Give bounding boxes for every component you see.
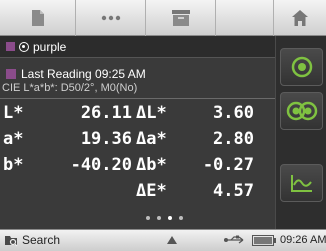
delta-value: 2.80 xyxy=(213,129,254,149)
delta-label: Δa* xyxy=(136,129,167,149)
compare-button[interactable] xyxy=(280,92,323,130)
sample-swatch xyxy=(6,42,15,51)
delta-label: ΔL* xyxy=(136,103,167,123)
sample-selector[interactable]: purple xyxy=(0,36,275,58)
lab-row-l: L* 26.11 ΔL* 3.60 xyxy=(0,100,275,126)
lab-row-a: a* 19.36 Δa* 2.80 xyxy=(0,126,275,152)
delta-e-value: 4.57 xyxy=(213,181,254,201)
archive-icon xyxy=(171,10,190,26)
lab-label: b* xyxy=(3,155,24,175)
delta-value: 3.60 xyxy=(213,103,254,123)
lab-value: 19.36 xyxy=(80,129,132,149)
lab-label: L* xyxy=(3,103,24,123)
page-dot xyxy=(146,216,150,220)
lab-value: 26.11 xyxy=(80,103,132,123)
delta-value: -0.27 xyxy=(202,155,254,175)
archive-button[interactable] xyxy=(146,0,216,36)
usb-icon xyxy=(224,235,244,244)
page-dot-active xyxy=(168,216,172,220)
battery-icon xyxy=(252,235,276,246)
search-button[interactable]: Search xyxy=(4,233,60,247)
side-toolbar xyxy=(275,36,326,229)
target-button[interactable] xyxy=(280,48,323,86)
page-dot xyxy=(157,216,161,220)
document-button[interactable] xyxy=(0,0,76,36)
clock: 09:26 AM xyxy=(280,234,326,246)
page-dot xyxy=(179,216,183,220)
status-bar: Search 09:26 AM xyxy=(0,229,326,251)
search-label: Search xyxy=(22,233,61,247)
last-reading: Last Reading 09:25 AM xyxy=(6,67,146,81)
measurement-conditions: CIE L*a*b*: D50/2°, M0(No) xyxy=(2,82,138,94)
target-radio-icon xyxy=(19,41,29,52)
more-button[interactable] xyxy=(76,0,146,36)
lab-value: -40.20 xyxy=(70,155,132,175)
spectral-curve-button[interactable] xyxy=(280,164,323,202)
delta-e-row: ΔE* 4.57 xyxy=(0,178,275,204)
spectral-curve-icon xyxy=(290,175,312,192)
delta-label: Δb* xyxy=(136,155,167,175)
delta-e-label: ΔE* xyxy=(136,181,167,201)
more-icon xyxy=(101,15,120,21)
top-toolbar xyxy=(0,0,326,36)
toolbar-blank-button[interactable] xyxy=(216,0,274,36)
lab-values-table: L* 26.11 ΔL* 3.60 a* 19.36 Δa* 2.80 b* -… xyxy=(0,100,275,204)
reading-swatch xyxy=(6,69,16,79)
lab-row-b: b* -40.20 Δb* -0.27 xyxy=(0,152,275,178)
lab-label: a* xyxy=(3,129,24,149)
home-button[interactable] xyxy=(274,0,326,36)
divider xyxy=(0,98,275,99)
page-indicator[interactable] xyxy=(146,216,183,220)
up-arrow-icon[interactable] xyxy=(166,235,178,245)
document-icon xyxy=(31,10,44,26)
compare-icon xyxy=(286,101,317,121)
target-icon xyxy=(291,56,312,78)
sample-name: purple xyxy=(33,39,67,54)
search-icon xyxy=(5,236,18,247)
home-icon xyxy=(292,10,308,26)
last-reading-title: Last Reading 09:25 AM xyxy=(21,67,146,81)
measurement-screen: purple Last Reading 09:25 AM CIE L*a*b*:… xyxy=(0,36,326,229)
